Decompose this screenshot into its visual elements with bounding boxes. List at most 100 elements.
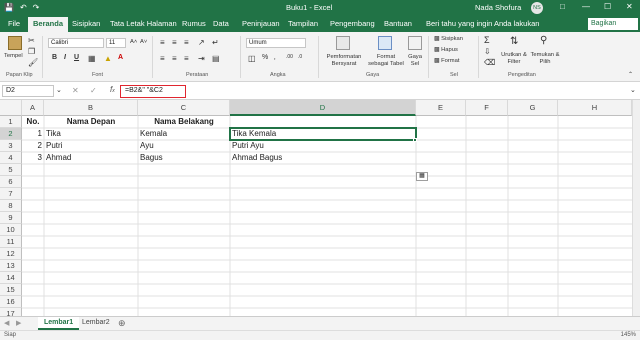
cut-icon[interactable]: ✂: [28, 36, 35, 45]
autosum-icon[interactable]: Σ: [484, 35, 490, 45]
cancel-entry-icon[interactable]: ✕: [72, 86, 79, 95]
tab-data[interactable]: Data: [213, 19, 229, 28]
cell-c4[interactable]: Bagus: [140, 152, 163, 164]
copy-icon[interactable]: ❐: [28, 47, 35, 56]
tell-me-search[interactable]: Beri tahu yang ingin Anda lakukan: [426, 19, 539, 28]
vertical-scrollbar[interactable]: [632, 100, 640, 316]
cell-c1[interactable]: Nama Belakang: [138, 116, 230, 128]
redo-icon[interactable]: ↷: [33, 3, 40, 12]
fill-handle[interactable]: [413, 138, 417, 142]
align-left-icon[interactable]: ≡: [160, 54, 165, 63]
minimize-icon[interactable]: —: [582, 2, 590, 11]
align-bottom-icon[interactable]: ≡: [184, 38, 189, 47]
cell-b2[interactable]: Tika: [46, 128, 61, 140]
sheet-tab-lembar1[interactable]: Lembar1: [38, 317, 80, 330]
select-all-corner[interactable]: [0, 100, 22, 116]
share-button[interactable]: Bagikan: [588, 18, 638, 30]
conditional-formatting-icon[interactable]: [336, 36, 350, 50]
align-middle-icon[interactable]: ≡: [172, 38, 177, 47]
font-name-select[interactable]: Calibri: [48, 38, 104, 48]
borders-icon[interactable]: ▦: [88, 54, 96, 63]
name-box[interactable]: D2: [2, 85, 54, 97]
increase-decimal-icon[interactable]: .00: [286, 54, 293, 60]
paste-icon[interactable]: [8, 36, 22, 50]
format-as-table-button[interactable]: Format sebagai Tabel: [366, 54, 406, 68]
row-header[interactable]: 16: [0, 296, 22, 308]
expand-formula-bar-icon[interactable]: ⌄: [630, 86, 636, 94]
zoom-level[interactable]: 145%: [621, 332, 636, 338]
delete-cells-button[interactable]: ▩ Hapus: [434, 47, 458, 53]
align-top-icon[interactable]: ≡: [160, 38, 165, 47]
close-icon[interactable]: ✕: [626, 2, 633, 11]
sort-filter-icon[interactable]: ⇅: [510, 36, 518, 47]
find-icon[interactable]: ⚲: [540, 35, 547, 46]
prev-sheet-icon[interactable]: ◀: [4, 319, 9, 327]
confirm-entry-icon[interactable]: ✓: [90, 86, 97, 95]
font-color-icon[interactable]: A: [118, 54, 123, 61]
tab-bantuan[interactable]: Bantuan: [384, 19, 412, 28]
tab-tampilan[interactable]: Tampilan: [288, 19, 318, 28]
maximize-icon[interactable]: ☐: [604, 2, 611, 11]
increase-font-icon[interactable]: A˄: [130, 39, 137, 45]
decrease-font-icon[interactable]: A˅: [140, 39, 147, 45]
row-header[interactable]: 2: [0, 128, 22, 140]
name-box-dropdown-icon[interactable]: ⌄: [56, 86, 62, 94]
number-format-select[interactable]: Umum: [246, 38, 306, 48]
collapse-ribbon-icon[interactable]: ⌃: [628, 72, 633, 78]
cell-d4[interactable]: Ahmad Bagus: [232, 152, 282, 164]
tab-tata-letak-halaman[interactable]: Tata Letak Halaman: [110, 19, 177, 28]
insert-function-icon[interactable]: fx: [110, 85, 115, 94]
column-header-f[interactable]: F: [466, 100, 508, 116]
cell-styles-icon[interactable]: [408, 36, 422, 50]
format-cells-button[interactable]: ▩ Format: [434, 58, 459, 64]
clear-icon[interactable]: ⌫: [484, 58, 495, 67]
conditional-formatting-button[interactable]: Pemformatan Bersyarat: [322, 54, 366, 68]
cell-c3[interactable]: Ayu: [140, 140, 154, 152]
percent-icon[interactable]: %: [262, 54, 268, 61]
row-header[interactable]: 14: [0, 272, 22, 284]
align-right-icon[interactable]: ≡: [184, 54, 189, 63]
cell-b4[interactable]: Ahmad: [46, 152, 71, 164]
italic-icon[interactable]: I: [64, 54, 66, 61]
cell-a1[interactable]: No.: [22, 116, 44, 128]
wrap-text-icon[interactable]: ↵: [212, 38, 219, 47]
tab-pengembang[interactable]: Pengembang: [330, 19, 375, 28]
ribbon-display-icon[interactable]: □: [560, 2, 565, 11]
column-header-g[interactable]: G: [508, 100, 558, 116]
bold-icon[interactable]: B: [52, 54, 57, 61]
sort-filter-button[interactable]: Urutkan & Filter: [500, 52, 528, 66]
fill-icon[interactable]: ⇩: [484, 47, 491, 56]
avatar[interactable]: NS: [531, 2, 543, 14]
row-header[interactable]: 13: [0, 260, 22, 272]
cell-a3[interactable]: 2: [22, 140, 42, 152]
insert-cells-button[interactable]: ▩ Sisipkan: [434, 36, 463, 42]
orientation-icon[interactable]: ↗: [198, 38, 205, 47]
row-header[interactable]: 1: [0, 116, 22, 128]
cell-a4[interactable]: 3: [22, 152, 42, 164]
row-header[interactable]: 6: [0, 176, 22, 188]
decrease-decimal-icon[interactable]: .0: [298, 54, 302, 60]
row-header[interactable]: 8: [0, 200, 22, 212]
worksheet-grid[interactable]: A B C D E F G H 1 2 3 4 5 6 7 8 9 10 11 …: [0, 100, 640, 316]
next-sheet-icon[interactable]: ▶: [16, 319, 21, 327]
row-header[interactable]: 9: [0, 212, 22, 224]
format-as-table-icon[interactable]: [378, 36, 392, 50]
format-painter-icon[interactable]: 🖌: [28, 58, 38, 67]
paste-options-icon[interactable]: ▦: [416, 172, 428, 181]
row-header[interactable]: 3: [0, 140, 22, 152]
font-size-select[interactable]: 11: [106, 38, 126, 48]
find-select-button[interactable]: Temukan & Pilih: [530, 52, 560, 66]
sheet-tab-lembar2[interactable]: Lembar2: [76, 317, 116, 330]
row-header[interactable]: 12: [0, 248, 22, 260]
formula-input[interactable]: =B2&" "&C2: [120, 85, 186, 98]
merge-center-icon[interactable]: ▤: [212, 54, 220, 63]
cell-b3[interactable]: Putri: [46, 140, 62, 152]
add-sheet-icon[interactable]: ⊕: [118, 318, 126, 329]
row-header[interactable]: 15: [0, 284, 22, 296]
tab-file[interactable]: File: [8, 19, 20, 28]
comma-icon[interactable]: ‚: [274, 54, 276, 61]
indent-icon[interactable]: ⇥: [198, 54, 205, 63]
column-header-e[interactable]: E: [416, 100, 466, 116]
tab-beranda[interactable]: Beranda: [28, 17, 69, 32]
row-header[interactable]: 4: [0, 152, 22, 164]
